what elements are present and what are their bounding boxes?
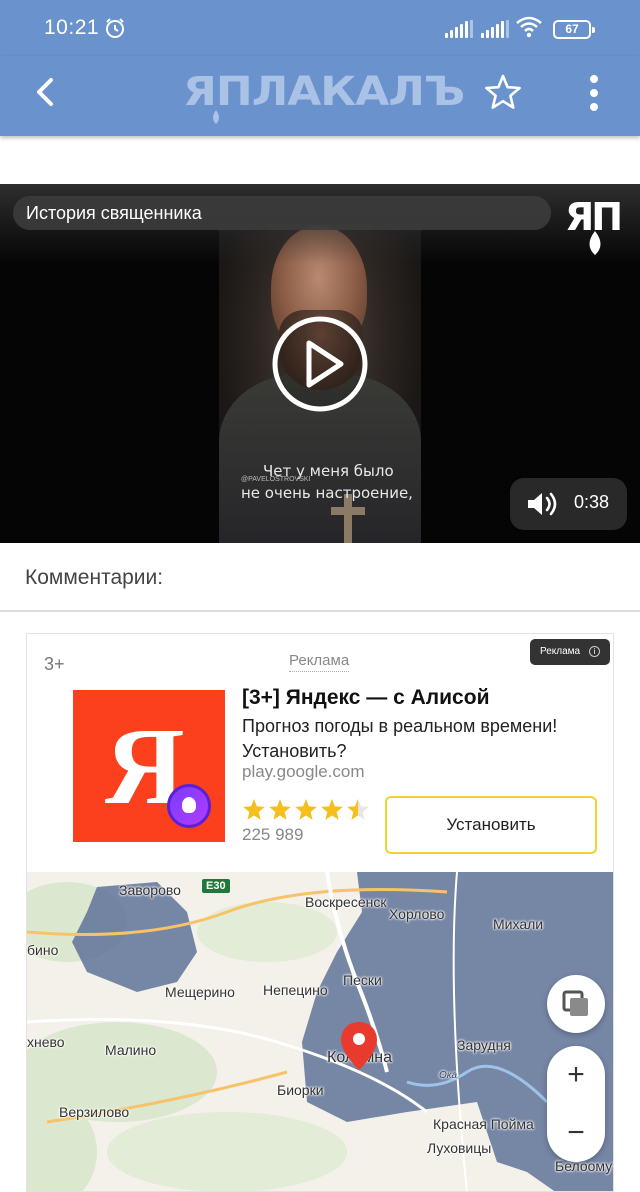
ad-label: Реклама xyxy=(289,652,350,672)
ad-badge-text: Реклама xyxy=(540,646,581,657)
map-label: Луховицы xyxy=(427,1140,492,1156)
favorite-star-button[interactable] xyxy=(482,72,524,114)
star-icon xyxy=(295,799,317,820)
map-label: Михали xyxy=(493,916,544,932)
logo-text: ЯПЛАКАЛЪ xyxy=(183,68,465,115)
map-label: Зарудня xyxy=(457,1037,511,1053)
map-label: Заворово xyxy=(119,882,181,898)
map-label: хнево xyxy=(27,1034,65,1050)
site-logo[interactable]: ЯПЛАКАЛЪ xyxy=(183,64,465,124)
signal-icon-2 xyxy=(481,20,509,38)
video-caption-handle: @PAVELOSTROVSKI xyxy=(241,476,311,483)
ad-domain: play.google.com xyxy=(242,762,365,781)
map-label: Пески xyxy=(343,972,382,988)
video-player[interactable]: Чет у меня было не очень настроение, @PA… xyxy=(0,184,640,543)
road-badge-e30: E30 xyxy=(202,879,230,893)
yp-watermark-logo: ЯП xyxy=(565,195,627,255)
alarm-icon xyxy=(106,18,124,38)
map-label: Мещерино xyxy=(165,984,235,1000)
map-layers-button[interactable] xyxy=(547,975,605,1033)
ad-title[interactable]: [3+] Яндекс — с Алисой xyxy=(242,686,489,710)
app-bar: ЯПЛАКАЛЪ xyxy=(0,56,640,136)
ad-description: Прогноз погоды в реальном времени! Устан… xyxy=(242,716,558,761)
ad-badge[interactable]: Реклама i xyxy=(530,639,610,665)
ad-review-count: 225 989 xyxy=(242,825,304,844)
back-button[interactable] xyxy=(24,70,68,114)
map-label-river: Ока xyxy=(439,1070,458,1081)
battery-icon: 67 xyxy=(553,20,595,39)
yandex-app-icon[interactable]: Я xyxy=(73,690,225,842)
video-title: История священника xyxy=(13,196,551,230)
map-label: Биорки xyxy=(277,1082,324,1098)
map-label: Непецино xyxy=(263,982,328,998)
zoom-in-button[interactable]: + xyxy=(547,1046,605,1104)
map-label: Верзилово xyxy=(59,1104,130,1120)
signal-icon-1 xyxy=(445,20,473,38)
volume-control[interactable]: 0:38 xyxy=(510,478,627,530)
map-label: Малино xyxy=(105,1042,157,1058)
rating-stars xyxy=(243,799,369,820)
half-star-icon xyxy=(347,799,369,820)
status-time: 10:21 xyxy=(44,16,100,39)
star-icon xyxy=(243,799,265,820)
video-caption-line2: не очень настроение, xyxy=(241,484,413,502)
comments-heading: Комментарии: xyxy=(25,566,164,589)
map-label: Красная Пойма xyxy=(433,1116,534,1132)
star-icon xyxy=(321,799,343,820)
ad-age-rating: 3+ xyxy=(44,654,65,674)
star-icon xyxy=(269,799,291,820)
map-label: бино xyxy=(27,942,59,958)
tear-drop-icon xyxy=(589,231,601,255)
more-menu-button[interactable] xyxy=(578,72,610,114)
wifi-icon xyxy=(516,16,542,38)
location-pin-icon[interactable] xyxy=(339,1020,379,1072)
layers-icon xyxy=(562,990,588,1016)
zoom-out-button[interactable]: − xyxy=(547,1104,605,1162)
status-bar: 10:21 67 xyxy=(0,0,640,56)
zoom-control[interactable]: + − xyxy=(547,1046,605,1162)
map-label: Воскресенск xyxy=(305,894,387,910)
volume-icon[interactable] xyxy=(526,490,560,518)
alice-icon xyxy=(167,784,211,828)
cross-icon-bar xyxy=(331,507,365,515)
ad-block[interactable]: 3+ Реклама Реклама i Я [3+] Яндекс — с А… xyxy=(26,633,614,1192)
map-label: Хорлово xyxy=(389,906,445,922)
weather-map[interactable]: E30 Заворово Воскресенск Хорлово Михали … xyxy=(27,872,613,1191)
info-icon[interactable]: i xyxy=(589,646,600,657)
divider xyxy=(0,610,640,612)
video-duration: 0:38 xyxy=(574,492,610,512)
install-button[interactable]: Установить xyxy=(385,796,597,854)
play-button[interactable] xyxy=(271,315,369,413)
tear-drop-icon xyxy=(213,110,219,124)
